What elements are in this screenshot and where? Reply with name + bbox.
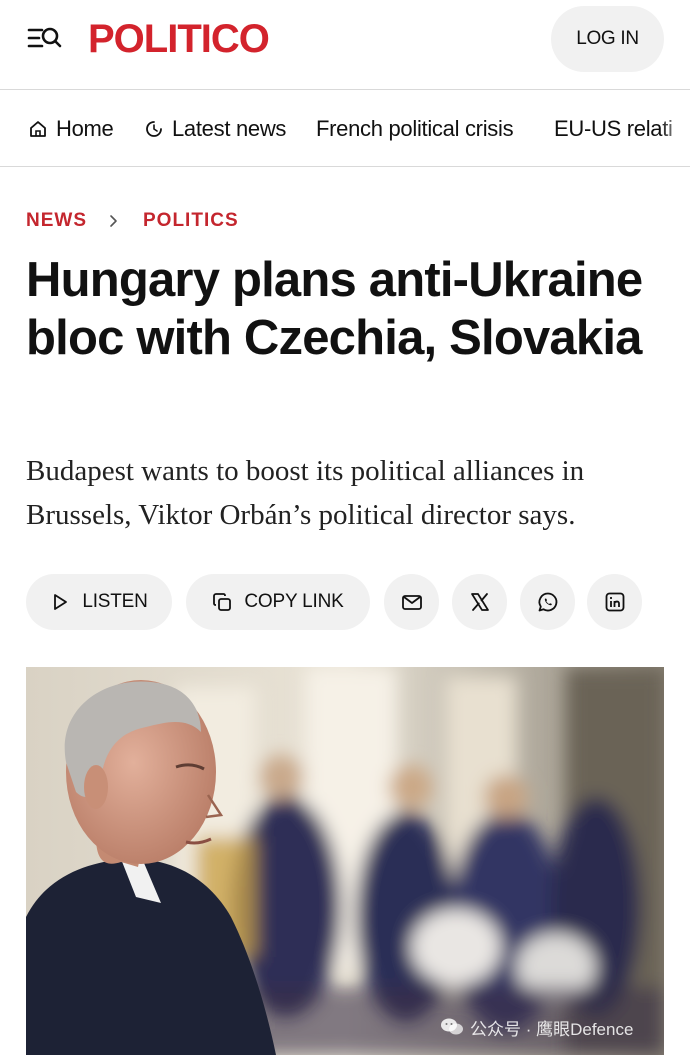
menu-search-icon[interactable] <box>26 24 66 54</box>
breadcrumb-politics[interactable]: POLITICS <box>143 210 239 232</box>
listen-label: LISTEN <box>82 591 148 612</box>
whatsapp-icon <box>537 591 559 613</box>
breadcrumb: NEWS POLITICS <box>26 208 239 234</box>
nav-item-french-political-crisis[interactable]: French political crisis <box>316 91 514 166</box>
copy-link-button[interactable]: COPY LINK <box>186 574 370 630</box>
nav-item-latest-news[interactable]: Latest news <box>144 91 287 166</box>
hero-image <box>26 667 664 1055</box>
article-page: POLITICO LOG IN Home Latest news French … <box>0 0 690 1055</box>
nav-item-label: Home <box>56 116 114 141</box>
politico-logo[interactable]: POLITICO <box>88 17 270 61</box>
copy-link-label: COPY LINK <box>244 591 344 612</box>
nav-item-label: Latest news <box>172 116 287 141</box>
whatsapp-share-button[interactable] <box>520 574 575 630</box>
home-icon <box>28 119 48 139</box>
email-icon <box>401 591 423 613</box>
nav-fade <box>660 91 690 166</box>
nav-item-eu-us-relations[interactable]: EU-US relati <box>554 91 673 166</box>
x-share-button[interactable] <box>452 574 507 630</box>
nav-item-home[interactable]: Home <box>28 91 114 166</box>
breadcrumb-news[interactable]: NEWS <box>26 210 87 232</box>
section-nav: Home Latest news French political crisis… <box>0 91 690 167</box>
clock-icon <box>144 119 164 139</box>
email-share-button[interactable] <box>384 574 439 630</box>
listen-button[interactable]: LISTEN <box>26 574 172 630</box>
login-button[interactable]: LOG IN <box>551 6 664 72</box>
watermark-text: 公众号 · 鹰眼Defence <box>470 1019 634 1039</box>
chevron-right-icon <box>107 214 121 228</box>
linkedin-icon <box>604 591 626 613</box>
site-header: POLITICO LOG IN <box>0 0 690 90</box>
x-icon <box>469 591 491 613</box>
article-dek: Budapest wants to boost its political al… <box>26 455 585 531</box>
nav-item-label: French political crisis <box>316 116 514 141</box>
watermark: 公众号 · 鹰眼Defence <box>440 1015 633 1039</box>
wechat-icon <box>440 1017 464 1037</box>
nav-item-label: EU-US relati <box>554 116 673 141</box>
article-headline: Hungary plans anti-Ukraine bloc with Cze… <box>26 253 643 365</box>
play-icon <box>50 592 70 612</box>
copy-icon <box>212 592 232 612</box>
linkedin-share-button[interactable] <box>587 574 642 630</box>
